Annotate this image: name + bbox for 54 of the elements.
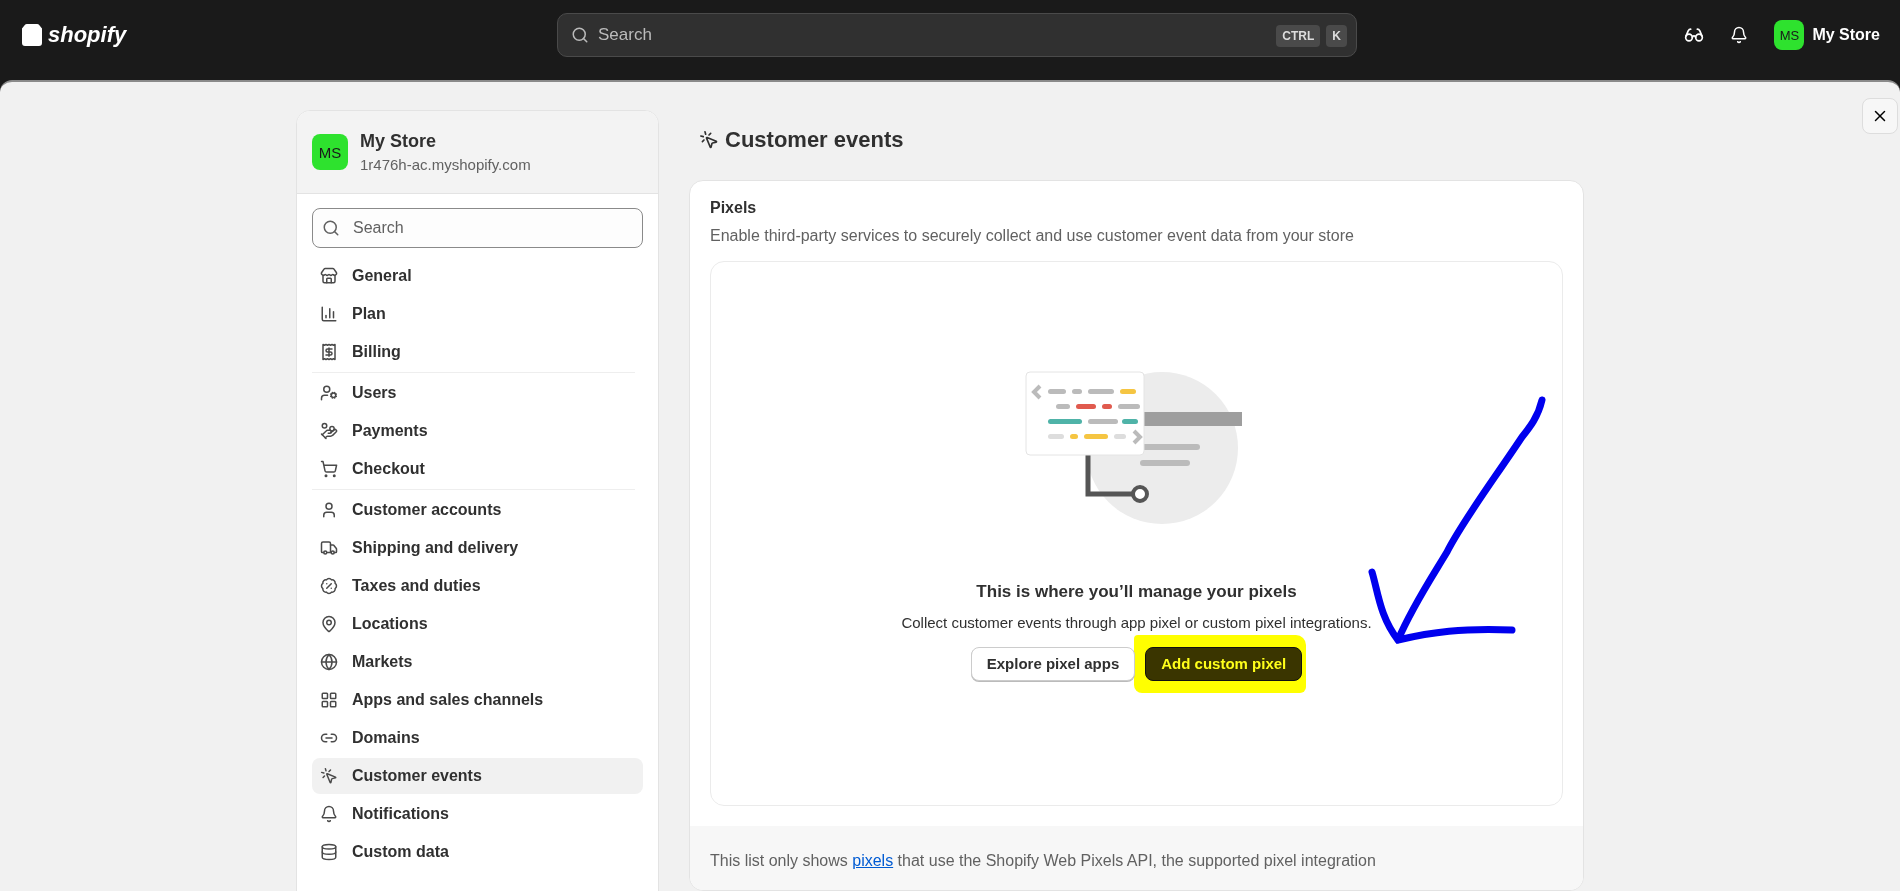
close-button[interactable] [1862, 98, 1898, 134]
globe-icon [320, 653, 338, 671]
apps-grid-icon [320, 691, 338, 709]
store-name[interactable]: My Store [1812, 26, 1880, 44]
bar-chart-icon [320, 305, 338, 323]
sidebar-item[interactable]: Shipping and delivery [312, 530, 643, 566]
cursor-click-icon [699, 129, 719, 150]
empty-state-heading: This is where you’ll manage your pixels [976, 581, 1297, 602]
sidebar-item[interactable]: Customer events [312, 758, 643, 794]
sidebar-item[interactable]: Custom data [312, 834, 643, 870]
page-title: Customer events [725, 126, 904, 153]
keyboard-key: CTRL [1276, 25, 1321, 47]
cart-icon [320, 460, 338, 478]
sidebar-item[interactable]: Markets [312, 644, 643, 680]
database-icon [320, 843, 338, 861]
pixels-link[interactable]: pixels [852, 851, 894, 869]
sidebar-item[interactable]: Locations [312, 606, 643, 642]
sidebar-item[interactable]: Domains [312, 720, 643, 756]
search-field[interactable]: Search [312, 208, 643, 248]
store-icon [320, 267, 338, 285]
empty-state-text: Collect customer events through app pixel or custom pixel integrations. [901, 613, 1372, 631]
explore-apps-button[interactable]: Explore pixel apps [970, 646, 1136, 681]
sidebar-item[interactable]: General [312, 258, 643, 294]
map-pin-icon [320, 615, 338, 633]
percent-badge-icon [320, 577, 338, 595]
notifications-icon[interactable] [1730, 26, 1749, 44]
bell-icon [320, 805, 338, 823]
add-pixel-button[interactable]: Add custom pixel [1145, 646, 1303, 681]
sidebar-item[interactable]: Customer accounts [312, 492, 643, 528]
store-avatar: MS [312, 134, 348, 170]
card-description: Enable third-party services to securely collect and use customer event data from your store [710, 226, 1355, 245]
store-name: My Store [360, 131, 438, 152]
card-footer-text: This list only shows pixels that use the Shopify Web Pixels API, the supported pixel integration [690, 825, 1583, 890]
logo-text[interactable]: shopify [48, 22, 127, 48]
cursor-click-icon [320, 767, 338, 785]
hand-coins-icon [320, 422, 338, 440]
sidebar-item[interactable]: Apps and sales channels [312, 682, 643, 718]
sidebar-item[interactable]: Taxes and duties [312, 568, 643, 604]
search-icon [571, 26, 589, 44]
search-icon [322, 219, 340, 237]
keyboard-key: K [1326, 25, 1347, 47]
store-avatar[interactable]: MS [1774, 20, 1805, 50]
sidebar-item[interactable]: Notifications [312, 796, 643, 832]
person-icon [320, 501, 338, 519]
receipt-icon [320, 343, 338, 361]
store-domain: 1r476h-ac.myshopify.com [360, 156, 531, 173]
sidebar-item[interactable]: Users [312, 375, 643, 411]
sidebar-item[interactable]: Checkout [312, 451, 643, 487]
sidebar-item[interactable]: Plan [312, 296, 643, 332]
card-title: Pixels [710, 198, 758, 217]
truck-icon [320, 539, 338, 557]
glasses-icon[interactable] [1684, 25, 1705, 45]
sidebar-item[interactable]: Payments [312, 413, 643, 449]
sidebar-item[interactable]: Billing [312, 334, 643, 370]
